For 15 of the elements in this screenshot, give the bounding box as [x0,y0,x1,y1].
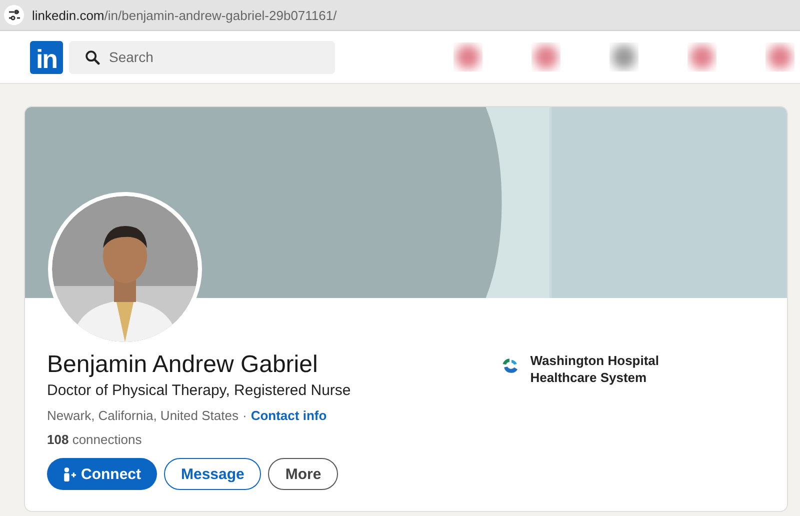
contact-info-link[interactable]: Contact info [250,408,327,423]
site-settings-icon[interactable] [4,5,24,25]
separator: · [242,408,247,423]
profile-name: Benjamin Andrew Gabriel [47,350,319,380]
more-button[interactable]: More [268,458,338,490]
url-text: linkedin.com/in/benjamin-andrew-gabriel-29b071161/ [32,8,337,22]
search-field[interactable]: Search [69,40,335,74]
headline: Doctor of Physical Therapy, Registered Nurse [47,382,351,399]
linkedin-logo[interactable]: in [30,40,63,74]
message-button[interactable]: Message [164,458,262,490]
location: Newark, California, United States [47,408,238,423]
employer-name[interactable]: Washington Hospital Healthcare System [530,352,710,386]
connect-button[interactable]: Connect [47,458,157,490]
add-person-icon [63,466,76,482]
connections-count: 108 connections [47,432,143,447]
